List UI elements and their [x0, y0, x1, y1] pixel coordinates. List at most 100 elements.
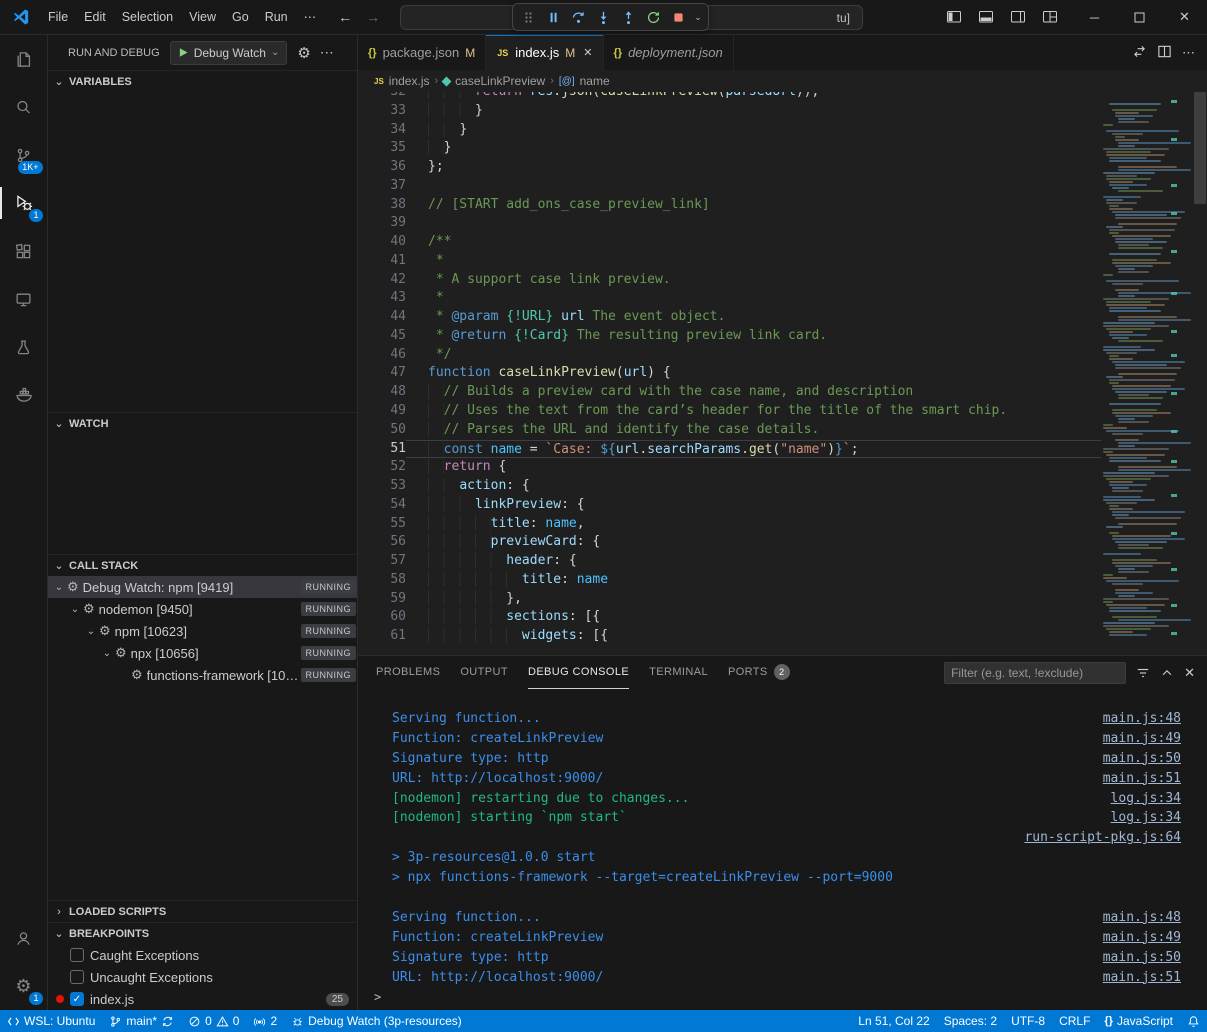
checkbox[interactable]: ✓ — [70, 992, 84, 1006]
debug-console[interactable]: Serving function...main.js:48Function: c… — [358, 689, 1207, 1010]
console-source-link[interactable]: main.js:50 — [1103, 749, 1181, 769]
code-line[interactable]: 55 title: name, — [358, 515, 1101, 534]
code-line[interactable]: 54 linkPreview: { — [358, 496, 1101, 515]
code-line[interactable]: 48 // Builds a preview card with the cas… — [358, 383, 1101, 402]
code-line[interactable]: 58 title: name — [358, 571, 1101, 590]
launch-config-dropdown[interactable]: Debug Watch ⌄ — [170, 41, 288, 65]
line-number[interactable]: 34 — [374, 121, 406, 140]
tab-output[interactable]: OUTPUT — [460, 656, 508, 689]
code-line[interactable]: 40/** — [358, 233, 1101, 252]
breakpoint-row[interactable]: ✓ Caught Exceptions — [48, 944, 357, 966]
console-source-link[interactable]: log.js:34 — [1111, 789, 1181, 809]
line-number[interactable]: 36 — [374, 158, 406, 177]
line-number[interactable]: 41 — [374, 252, 406, 271]
variables-section-header[interactable]: ⌄ VARIABLES — [48, 70, 357, 92]
watch-section-header[interactable]: ⌄ WATCH — [48, 412, 357, 434]
code-line[interactable]: 60 sections: [{ — [358, 608, 1101, 627]
code-editor[interactable]: 32 return res.json(caseLinkPreview(parse… — [358, 92, 1207, 655]
code-line[interactable]: 59 }, — [358, 590, 1101, 609]
cursor-position[interactable]: Ln 51, Col 22 — [851, 1010, 936, 1032]
line-number[interactable]: 52 — [374, 458, 406, 477]
close-tab-icon[interactable]: ✕ — [583, 46, 592, 59]
extensions-icon[interactable] — [0, 227, 48, 275]
stop-icon[interactable] — [666, 5, 690, 29]
minimap[interactable] — [1101, 92, 1193, 655]
editor-scrollbar[interactable] — [1193, 92, 1207, 655]
code-line[interactable]: 45 * @return {!Card} The resulting previ… — [358, 327, 1101, 346]
line-number[interactable]: 59 — [374, 590, 406, 609]
notifications-bell[interactable] — [1180, 1010, 1207, 1032]
loaded-scripts-section-header[interactable]: › LOADED SCRIPTS — [48, 900, 357, 922]
close-panel-icon[interactable]: ✕ — [1184, 665, 1195, 681]
line-number[interactable]: 33 — [374, 102, 406, 121]
go-back-icon[interactable]: ← — [338, 9, 352, 25]
indentation-status[interactable]: Spaces: 2 — [937, 1010, 1004, 1032]
call-stack-session[interactable]: ⌄ ⚙ Debug Watch: npm [9419] RUNNING — [48, 576, 357, 598]
checkbox[interactable]: ✓ — [70, 948, 84, 962]
console-input-row[interactable]: > — [374, 987, 1181, 1007]
more-actions-icon[interactable]: ⋯ — [1182, 45, 1195, 61]
step-into-icon[interactable] — [591, 5, 615, 29]
code-line[interactable]: 36}; — [358, 158, 1101, 177]
step-out-icon[interactable] — [616, 5, 640, 29]
menu-edit[interactable]: Edit — [76, 0, 114, 35]
tab-debug-console[interactable]: DEBUG CONSOLE — [528, 656, 629, 689]
checkbox[interactable]: ✓ — [70, 970, 84, 984]
code-line[interactable]: 44 * @param {!URL} url The event object. — [358, 308, 1101, 327]
code-line[interactable]: 42 * A support case link preview. — [358, 271, 1101, 290]
breadcrumb-symbol[interactable]: caseLinkPreview — [455, 74, 545, 88]
menu-run[interactable]: Run — [257, 0, 296, 35]
line-number[interactable]: 32 — [374, 92, 406, 102]
toggle-sidebar-icon[interactable] — [940, 3, 968, 31]
problems-status[interactable]: 0 0 — [181, 1010, 246, 1032]
code-line[interactable]: 37 — [358, 177, 1101, 196]
run-and-debug-icon[interactable]: 1 — [0, 179, 48, 227]
line-number[interactable]: 54 — [374, 496, 406, 515]
console-source-link[interactable]: main.js:49 — [1103, 928, 1181, 948]
debug-settings-gear-icon[interactable]: ⚙ — [297, 44, 310, 62]
debug-session-status[interactable]: Debug Watch (3p-resources) — [284, 1010, 469, 1032]
docker-icon[interactable] — [0, 371, 48, 419]
line-number[interactable]: 60 — [374, 608, 406, 627]
menu-go[interactable]: Go — [224, 0, 257, 35]
console-source-link[interactable]: log.js:34 — [1111, 808, 1181, 828]
tab-package-json[interactable]: {} package.json M — [358, 35, 486, 70]
call-stack-section-header[interactable]: ⌄ CALL STACK — [48, 554, 357, 576]
call-stack-session[interactable]: ⚙ functions-framework [106... RUNNING — [48, 664, 357, 686]
line-number[interactable]: 48 — [374, 383, 406, 402]
go-forward-icon[interactable]: → — [366, 9, 380, 25]
close-window-icon[interactable]: ✕ — [1162, 0, 1207, 34]
code-line[interactable]: 57 header: { — [358, 552, 1101, 571]
line-number[interactable]: 47 — [374, 364, 406, 383]
console-source-link[interactable]: main.js:51 — [1103, 968, 1181, 988]
remote-indicator[interactable]: WSL: Ubuntu — [0, 1010, 102, 1032]
toggle-panel-icon[interactable] — [972, 3, 1000, 31]
console-source-link[interactable]: main.js:48 — [1103, 709, 1181, 729]
eol-status[interactable]: CRLF — [1052, 1010, 1097, 1032]
maximize-panel-icon[interactable] — [1160, 666, 1174, 680]
debug-session-dropdown-icon[interactable]: ⌄ — [691, 5, 705, 29]
code-line[interactable]: 33 } — [358, 102, 1101, 121]
line-number[interactable]: 37 — [374, 177, 406, 196]
line-number[interactable]: 35 — [374, 139, 406, 158]
tab-terminal[interactable]: TERMINAL — [649, 656, 708, 689]
line-number[interactable]: 57 — [374, 552, 406, 571]
code-line[interactable]: 56 previewCard: { — [358, 533, 1101, 552]
encoding-status[interactable]: UTF-8 — [1004, 1010, 1052, 1032]
code-line[interactable]: 49 // Uses the text from the card’s head… — [358, 402, 1101, 421]
code-line[interactable]: 46 */ — [358, 346, 1101, 365]
console-source-link[interactable]: main.js:51 — [1103, 769, 1181, 789]
maximize-icon[interactable] — [1117, 0, 1162, 34]
line-number[interactable]: 55 — [374, 515, 406, 534]
console-source-link[interactable]: main.js:50 — [1103, 948, 1181, 968]
line-number[interactable]: 61 — [374, 627, 406, 646]
console-filter-input[interactable] — [944, 662, 1126, 684]
line-number[interactable]: 42 — [374, 271, 406, 290]
code-line[interactable]: 53 action: { — [358, 477, 1101, 496]
code-line[interactable]: 47function caseLinkPreview(url) { — [358, 364, 1101, 383]
pause-icon[interactable] — [541, 5, 565, 29]
git-branch-status[interactable]: main* — [102, 1010, 181, 1032]
settings-gear-icon[interactable]: ⚙ 1 — [0, 962, 48, 1010]
breadcrumb-symbol[interactable]: name — [580, 74, 610, 88]
line-number[interactable]: 49 — [374, 402, 406, 421]
